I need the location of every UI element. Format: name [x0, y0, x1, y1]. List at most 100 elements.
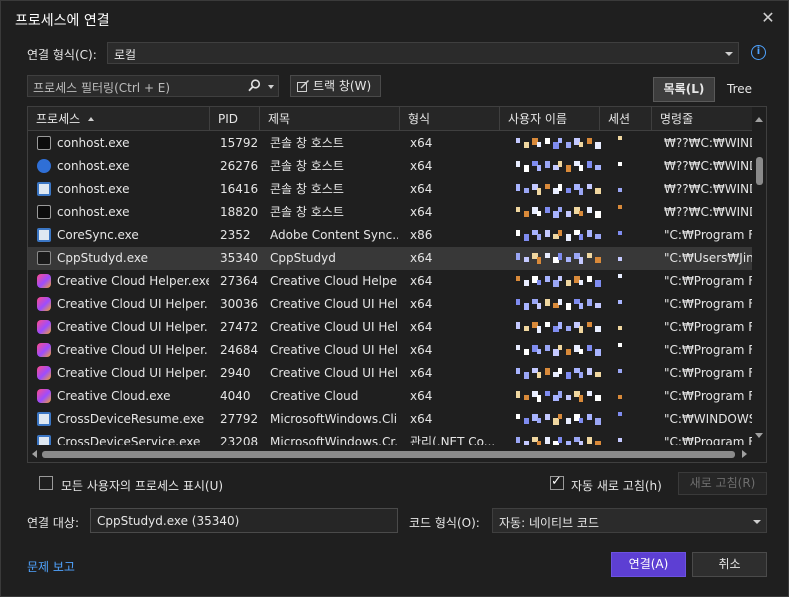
- cell-name: Creative Cloud UI Helper....: [57, 366, 209, 380]
- cell-title: MicrosoftWindows.Cli...: [270, 412, 398, 426]
- cell-type: x64: [410, 366, 433, 380]
- cell-name: conhost.exe: [57, 136, 130, 150]
- column-header-process[interactable]: 프로세스: [28, 107, 210, 131]
- cell-type: x64: [410, 182, 433, 196]
- window-icon: [37, 182, 51, 196]
- cell-title: Adobe Content Sync...: [270, 228, 398, 242]
- cell-cmd: ₩??₩C:₩WINDO: [664, 205, 752, 219]
- table-row[interactable]: CppStudyd.exe 35340 CppStudyd x64 "C:₩Users₩…: [28, 247, 752, 270]
- redacted-user-name: [516, 224, 606, 247]
- cell-type: x64: [410, 320, 433, 334]
- track-window-button[interactable]: 트랙 창(W): [290, 75, 381, 97]
- report-problem-link[interactable]: 문제 보고: [27, 558, 75, 575]
- vertical-scrollbar[interactable]: [752, 107, 766, 446]
- column-header-session[interactable]: 세션: [600, 107, 652, 131]
- cancel-button[interactable]: 취소: [692, 552, 767, 577]
- redacted-user-name: [516, 155, 606, 178]
- redacted-session: [616, 339, 630, 362]
- cell-type: x64: [410, 412, 433, 426]
- cell-name: Creative Cloud.exe: [57, 389, 171, 403]
- redacted-user-name: [516, 362, 606, 385]
- scroll-left-icon[interactable]: [32, 450, 37, 458]
- cell-cmd: ₩??₩C:₩WINDO: [664, 136, 752, 150]
- attach-to-process-dialog: 프로세스에 연결 ✕ 연결 형식(C): 로컬 i 프로세스 필터링(Ctrl …: [0, 0, 789, 597]
- cell-pid: 2352: [220, 228, 251, 242]
- table-row[interactable]: Creative Cloud.exe 4040 Creative Cloud x64 "…: [28, 385, 752, 408]
- table-row[interactable]: Creative Cloud Helper.exe 27364 Creative C…: [28, 270, 752, 293]
- redacted-user-name: [516, 316, 606, 339]
- column-header-user[interactable]: 사용자 이름: [500, 107, 600, 131]
- table-row[interactable]: CoreSync.exe 2352 Adobe Content Sync... x86…: [28, 224, 752, 247]
- cell-name: conhost.exe: [57, 182, 130, 196]
- refresh-button[interactable]: 새로 고침(R): [678, 472, 767, 495]
- window-icon: [37, 435, 51, 445]
- tree-view-toggle[interactable]: Tree: [727, 82, 752, 96]
- filter-placeholder: 프로세스 필터링(Ctrl + E): [33, 81, 171, 95]
- redacted-user-name: [516, 385, 606, 408]
- redacted-session: [616, 132, 630, 155]
- table-row[interactable]: conhost.exe 18820 콘솔 창 호스트 x64 ₩??₩C:₩WINDO: [28, 201, 752, 224]
- scroll-down-icon[interactable]: [755, 433, 763, 438]
- scroll-right-icon[interactable]: [742, 450, 747, 458]
- table-row[interactable]: conhost.exe 16416 콘솔 창 호스트 x64 ₩??₩C:₩WINDO: [28, 178, 752, 201]
- cell-name: Creative Cloud UI Helper....: [57, 320, 209, 334]
- cell-pid: 26276: [220, 159, 259, 173]
- cell-cmd: "C:₩Program Fi: [664, 297, 752, 311]
- connection-type-dropdown[interactable]: 로컬: [107, 42, 739, 64]
- cell-pid: 18820: [220, 205, 259, 219]
- close-icon[interactable]: ✕: [759, 9, 777, 27]
- cell-pid: 16416: [220, 182, 259, 196]
- cell-pid: 4040: [220, 389, 251, 403]
- cell-type: x64: [410, 251, 433, 265]
- redacted-session: [616, 155, 630, 178]
- search-options-chevron-icon[interactable]: [268, 85, 274, 89]
- attach-target-value: CppStudyd.exe (35340): [97, 514, 240, 528]
- list-view-toggle[interactable]: 목록(L): [653, 77, 715, 102]
- cell-title: Creative Cloud UI Hel...: [270, 320, 398, 334]
- attach-target-field[interactable]: CppStudyd.exe (35340): [90, 508, 398, 533]
- chevron-down-icon: [725, 52, 733, 56]
- column-header-pid[interactable]: PID: [210, 107, 260, 131]
- cell-cmd: "C:₩Program Fi: [664, 228, 752, 242]
- grid-header: 프로세스 PID 제목 형식 사용자 이름 세션 명령줄: [28, 107, 752, 131]
- process-grid: 프로세스 PID 제목 형식 사용자 이름 세션 명령줄 conhost.exe…: [27, 106, 767, 463]
- cell-title: Creative Cloud Helper: [270, 274, 398, 288]
- vertical-scroll-thumb[interactable]: [756, 157, 763, 185]
- info-icon[interactable]: i: [751, 45, 766, 60]
- column-header-title[interactable]: 제목: [260, 107, 400, 131]
- cell-type: x64: [410, 297, 433, 311]
- track-window-label: 트랙 창(W): [313, 79, 372, 93]
- process-list: conhost.exe15792콘솔 창 호스트x64₩??₩C:₩WINDOc…: [28, 132, 752, 445]
- redacted-user-name: [516, 339, 606, 362]
- table-row[interactable]: Creative Cloud UI Helper.... 27472 Creativ…: [28, 316, 752, 339]
- cell-cmd: "C:₩Program Fi: [664, 435, 752, 445]
- show-all-users-checkbox[interactable]: [39, 476, 53, 490]
- creative-cloud-icon: [37, 389, 51, 403]
- cell-title: 콘솔 창 호스트: [270, 136, 344, 150]
- attach-button[interactable]: 연결(A): [611, 552, 686, 577]
- table-row[interactable]: Creative Cloud UI Helper.... 2940 Creative…: [28, 362, 752, 385]
- redacted-session: [616, 316, 630, 339]
- cell-pid: 35340: [220, 251, 259, 265]
- redacted-session: [616, 178, 630, 201]
- process-filter-input[interactable]: 프로세스 필터링(Ctrl + E): [27, 75, 279, 97]
- scroll-up-icon[interactable]: [755, 117, 763, 122]
- horizontal-scroll-thumb[interactable]: [42, 451, 735, 458]
- table-row[interactable]: conhost.exe 15792 콘솔 창 호스트 x64 ₩??₩C:₩WINDO: [28, 132, 752, 155]
- redacted-user-name: [516, 431, 606, 445]
- table-row[interactable]: conhost.exe 26276 콘솔 창 호스트 x64 ₩??₩C:₩WINDO: [28, 155, 752, 178]
- table-row[interactable]: CrossDeviceResume.exe 27792 MicrosoftWindo…: [28, 408, 752, 431]
- table-row[interactable]: CrossDeviceService.exe 23208 MicrosoftWind…: [28, 431, 752, 445]
- search-icon[interactable]: [248, 79, 261, 92]
- column-header-type[interactable]: 형식: [400, 107, 500, 131]
- cell-name: Creative Cloud Helper.exe: [57, 274, 209, 288]
- chevron-down-icon: [753, 520, 761, 524]
- redacted-session: [616, 362, 630, 385]
- cell-title: Creative Cloud UI Hel...: [270, 343, 398, 357]
- table-row[interactable]: Creative Cloud UI Helper.... 24684 Creativ…: [28, 339, 752, 362]
- code-type-dropdown[interactable]: 자동: 네이티브 코드: [492, 508, 767, 533]
- column-header-command-line[interactable]: 명령줄: [652, 107, 752, 131]
- auto-refresh-checkbox[interactable]: [550, 474, 564, 490]
- table-row[interactable]: Creative Cloud UI Helper.... 30036 Creativ…: [28, 293, 752, 316]
- horizontal-scrollbar[interactable]: [28, 446, 766, 462]
